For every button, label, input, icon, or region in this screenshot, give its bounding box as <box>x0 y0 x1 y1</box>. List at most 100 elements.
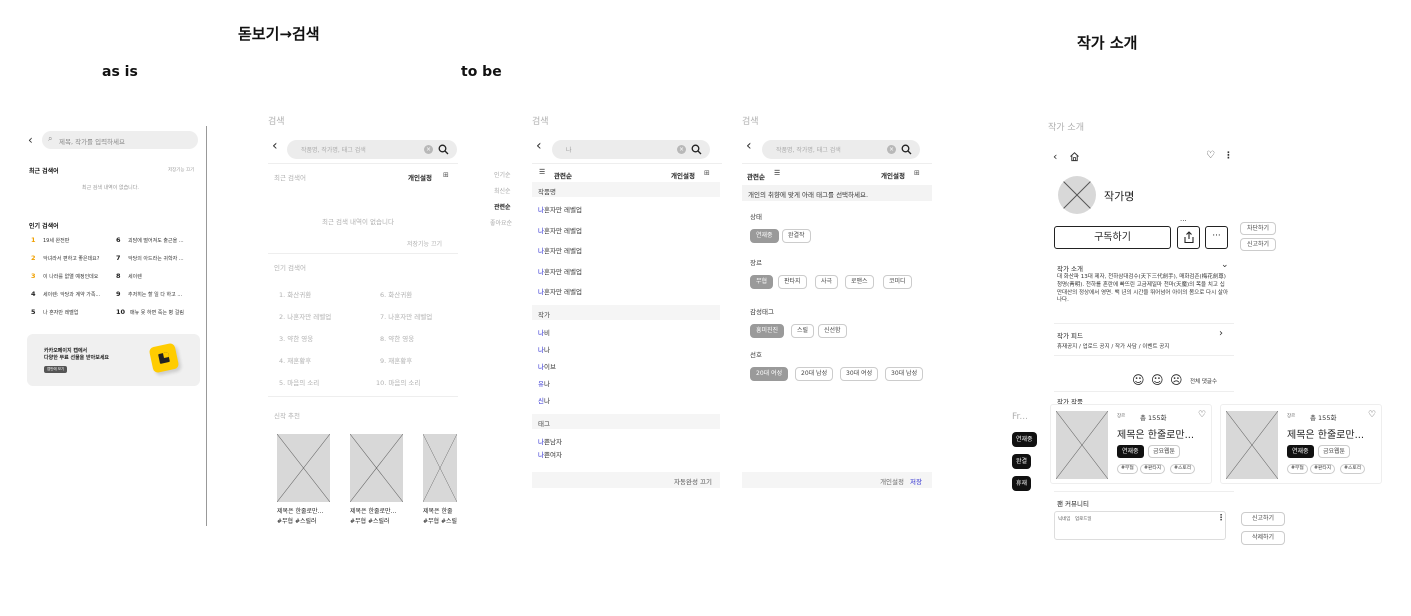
popular-item[interactable]: 7. 나혼자만 레벨업 <box>380 311 432 321</box>
popular-item[interactable]: 추저히는 할 일 다 하고 ... <box>128 291 182 298</box>
tag-chip[interactable]: 로맨스 <box>845 275 874 289</box>
work-tag[interactable]: #판타지 <box>1140 464 1166 474</box>
sort-option[interactable]: 최신순 <box>494 186 511 195</box>
back-arrow-icon[interactable]: ‹ <box>1053 150 1057 163</box>
more-button[interactable]: ··· <box>1205 226 1228 249</box>
result-item[interactable]: 나혼자만 레벨업 <box>538 245 582 255</box>
popular-item[interactable]: 악녀라서 편하고 좋은데요? <box>43 255 99 262</box>
tag-chip[interactable]: 20대 남성 <box>795 367 834 381</box>
search-icon[interactable] <box>438 144 449 157</box>
result-item[interactable]: 나혼자만 레벨업 <box>538 266 582 276</box>
save-off-link[interactable]: 저장기능 끄기 <box>407 239 442 248</box>
work-card[interactable]: 장르 총 155화 ♡ 제목은 한줄로만... 연재중 금요웹툰 #무협 #판타지 #스토리 <box>1220 404 1382 484</box>
work-filter-chip[interactable]: 연재중 <box>1012 432 1037 447</box>
sort-option[interactable]: 관련순 <box>494 202 511 211</box>
heart-icon[interactable]: ♡ <box>1198 410 1206 420</box>
fan-delete-button[interactable]: 삭제하기 <box>1241 531 1286 545</box>
back-arrow-icon[interactable]: ‹ <box>28 133 33 147</box>
fan-report-button[interactable]: 신고하기 <box>1241 512 1286 526</box>
fan-post[interactable]: 닉네임 업로드일 ⋮ <box>1054 511 1226 540</box>
popular-item[interactable]: 세이렌 <box>128 273 142 280</box>
new-card-title[interactable]: 제목은 한줄로만... <box>350 506 396 515</box>
share-button[interactable] <box>1177 226 1200 249</box>
work-tag[interactable]: #무협 <box>1287 464 1308 474</box>
promo-banner[interactable]: 카카오페이지 캡에서 다양한 무료 선물을 받아보세요 캡만에 보기 <box>27 334 200 386</box>
home-icon[interactable] <box>1069 151 1080 164</box>
result-item[interactable]: 나이브 <box>538 361 556 371</box>
personal-settings-link[interactable]: 개인설정 <box>881 170 905 180</box>
popular-item[interactable]: 5. 마음의 소리 <box>279 377 319 387</box>
new-card-title[interactable]: 제목은 한줄 <box>423 506 453 515</box>
chevron-down-icon[interactable]: ⌄ <box>1221 260 1229 270</box>
tag-chip[interactable]: 30대 여성 <box>840 367 879 381</box>
popular-item[interactable]: 2. 나혼자만 레벨업 <box>279 311 331 321</box>
result-item[interactable]: 나쁜남자 <box>538 436 562 446</box>
work-tag[interactable]: #판타지 <box>1310 464 1336 474</box>
clear-icon[interactable]: × <box>677 145 686 154</box>
smile-icon[interactable]: ☺ <box>1132 373 1145 387</box>
popular-item[interactable]: 1. 화산귀환 <box>279 289 311 299</box>
result-item[interactable]: 나혼자만 레벨업 <box>538 204 582 214</box>
recent-save-off[interactable]: 저장기능 끄기 <box>168 167 194 173</box>
work-title[interactable]: 제목은 한줄로만... <box>1117 426 1194 441</box>
popular-item[interactable]: 매뉴 못 하면 죽는 병 걸림 <box>130 309 184 316</box>
sort-option[interactable]: 좋아요순 <box>490 218 512 227</box>
popular-item[interactable]: 세이렌: 악당과 계약 가족... <box>43 291 100 298</box>
banner-button[interactable]: 캡만에 보기 <box>44 366 68 373</box>
personal-settings-link[interactable]: 개인설정 <box>671 170 695 180</box>
search-input[interactable]: ⌕ 제목, 작가를 입력하세요 <box>42 131 198 149</box>
save-button[interactable]: 저장 <box>910 476 922 486</box>
search-icon[interactable] <box>901 144 912 157</box>
heart-icon[interactable]: ♡ <box>1368 410 1376 420</box>
report-author-button[interactable]: 신고하기 <box>1240 238 1277 251</box>
sort-option[interactable]: 인기순 <box>494 170 511 179</box>
grid-settings-icon[interactable]: ⊞ <box>914 169 920 177</box>
popular-item[interactable]: 4. 재혼황후 <box>279 355 311 365</box>
work-card[interactable]: 장르 총 155화 ♡ 제목은 한줄로만... 연재중 금요웹툰 #무협 #판타지 #스토리 <box>1050 404 1212 484</box>
search-input[interactable]: 작품명, 작가명, 태그 검색 × <box>762 140 920 159</box>
work-tag[interactable]: #스토리 <box>1170 464 1196 474</box>
work-title[interactable]: 제목은 한줄로만... <box>1287 426 1364 441</box>
heart-icon[interactable]: ♡ <box>1206 150 1215 161</box>
popular-item[interactable]: 8. 약한 영웅 <box>380 333 414 343</box>
work-filter-chip[interactable]: 휴재 <box>1012 476 1032 491</box>
kebab-menu-icon[interactable]: ⋮ <box>1224 151 1233 161</box>
tag-chip[interactable]: 스릴 <box>791 324 815 338</box>
sort-label[interactable]: 관련순 <box>747 171 765 181</box>
tag-chip[interactable]: 코미디 <box>883 275 912 289</box>
chevron-right-icon[interactable]: › <box>1219 328 1223 339</box>
tag-chip[interactable]: 흥미진진 <box>750 324 785 338</box>
grid-settings-icon[interactable]: ⊞ <box>443 171 449 179</box>
result-item[interactable]: 유나 <box>538 378 550 388</box>
tag-chip[interactable]: 신선함 <box>818 324 847 338</box>
popular-item[interactable]: 9. 재혼황후 <box>380 355 412 365</box>
filter-icon[interactable]: ☰ <box>539 168 545 176</box>
block-button[interactable]: 차단하기 <box>1240 222 1277 235</box>
work-tag[interactable]: #스토리 <box>1340 464 1366 474</box>
result-item[interactable]: 나혼자만 레벨업 <box>538 286 582 296</box>
back-arrow-icon[interactable]: ‹ <box>272 138 278 154</box>
tag-chip[interactable]: 판타지 <box>778 275 807 289</box>
back-arrow-icon[interactable]: ‹ <box>746 138 752 154</box>
fan-kebab-icon[interactable]: ⋮ <box>1217 513 1225 522</box>
result-item[interactable]: 신나 <box>538 395 550 405</box>
reactions-label[interactable]: 전체 댓글수 <box>1190 377 1217 385</box>
popular-item[interactable]: 10. 마음의 소리 <box>376 377 420 387</box>
popular-item[interactable]: 이 나라를 없앨 예정인데요 <box>43 273 98 280</box>
subscribe-button[interactable]: 구독하기 <box>1054 226 1171 249</box>
clear-icon[interactable]: × <box>424 145 433 154</box>
popular-item[interactable]: 19세 완전판 <box>43 237 69 244</box>
result-item[interactable]: 나혼자만 레벨업 <box>538 225 582 235</box>
tag-chip[interactable]: 30대 남성 <box>885 367 924 381</box>
neutral-face-icon[interactable]: ☺ <box>1151 373 1164 387</box>
popular-item[interactable]: 나 혼자만 레벨업 <box>43 309 78 316</box>
result-item[interactable]: 나나 <box>538 344 550 354</box>
grid-settings-icon[interactable]: ⊞ <box>704 169 710 177</box>
tag-chip[interactable]: 연재중 <box>750 229 779 243</box>
back-arrow-icon[interactable]: ‹ <box>536 138 542 154</box>
tag-chip[interactable]: 완결작 <box>782 229 811 243</box>
tag-chip[interactable]: 20대 여성 <box>750 367 789 381</box>
popular-item[interactable]: 6. 화산귀환 <box>380 289 412 299</box>
work-tag[interactable]: #무협 <box>1117 464 1138 474</box>
new-card-title[interactable]: 제목은 한줄로만... <box>277 506 323 515</box>
